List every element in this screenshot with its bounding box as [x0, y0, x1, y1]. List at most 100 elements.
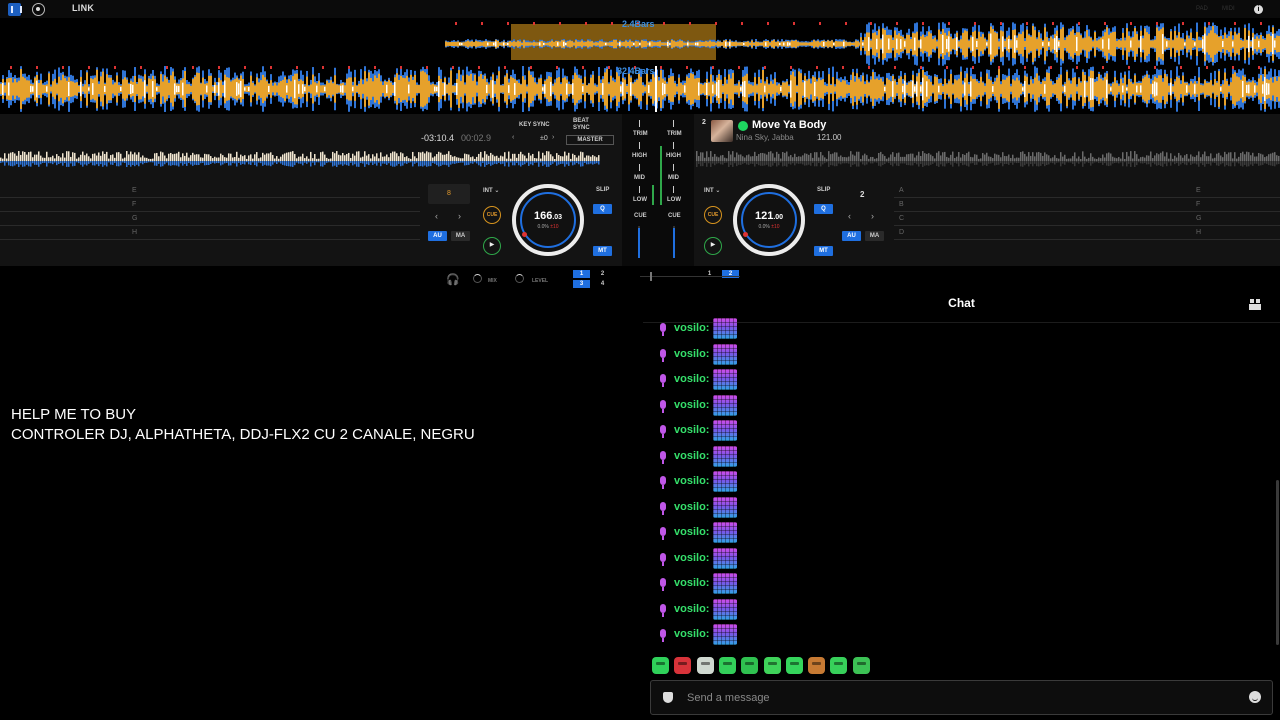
chat-username[interactable]: vosilo:: [674, 348, 709, 360]
deck1-track-overview[interactable]: [0, 149, 620, 174]
deck2-mt-button[interactable]: MT: [814, 246, 833, 256]
deck2-au-button[interactable]: AU: [842, 231, 861, 241]
emote-button[interactable]: [808, 657, 826, 674]
stream-overlay-text: HELP ME TO BUY CONTROLER DJ, ALPHATHETA,…: [11, 405, 475, 445]
chat-username[interactable]: vosilo:: [674, 322, 709, 334]
deck1-beat-jump[interactable]: 8: [428, 184, 470, 204]
emote-button[interactable]: [852, 657, 870, 674]
deck2-int-select[interactable]: INT ⌄: [704, 187, 720, 194]
deck2-slip-button[interactable]: SLIP: [817, 187, 830, 193]
badge-icon[interactable]: [663, 692, 673, 703]
ch2-low-knob[interactable]: [670, 186, 677, 193]
deck1-slip-button[interactable]: SLIP: [596, 187, 609, 193]
key-up-icon[interactable]: ›: [552, 134, 554, 141]
deck1-bpm-display: 166.03: [533, 210, 563, 222]
ch1-trim-knob[interactable]: [636, 120, 643, 127]
crossfader-handle[interactable]: [650, 272, 652, 281]
emoji-picker-icon[interactable]: [1249, 691, 1261, 703]
deck1-cue-button[interactable]: CUE: [483, 206, 501, 224]
chat-emote: [713, 547, 737, 569]
headphone-level-knob[interactable]: [515, 274, 524, 283]
chat-message-input[interactable]: [687, 689, 1227, 707]
chat-username[interactable]: vosilo:: [674, 424, 709, 436]
deck-select-1[interactable]: 1: [573, 270, 590, 278]
midi-mode-label[interactable]: MIDI: [1222, 6, 1235, 12]
key-value: ±0: [540, 135, 548, 142]
deck2-beat-jump[interactable]: 2: [860, 190, 864, 199]
deck1-int-select[interactable]: INT ⌄: [483, 187, 499, 194]
microphone-badge-icon: [659, 476, 667, 490]
deck1-ma-button[interactable]: MA: [451, 231, 470, 241]
deck1-play-button[interactable]: ▶: [483, 237, 501, 255]
deck2-track-overview[interactable]: [696, 149, 1280, 174]
mix-label: MIX: [488, 278, 497, 284]
deck-select-2[interactable]: 2: [594, 270, 611, 278]
deck1-prev-icon[interactable]: ‹: [435, 211, 438, 221]
emote-button[interactable]: [652, 657, 669, 674]
deck2-prev-icon[interactable]: ‹: [848, 211, 851, 221]
chat-username[interactable]: vosilo:: [674, 603, 709, 615]
ch1-high-knob[interactable]: [636, 142, 643, 149]
headphone-mix-knob[interactable]: [473, 274, 482, 283]
key-sync-button[interactable]: KEY SYNC: [519, 122, 550, 128]
chat-username[interactable]: vosilo:: [674, 475, 709, 487]
emote-button[interactable]: [674, 657, 692, 674]
ch2-cue-button[interactable]: CUE: [668, 213, 681, 219]
emote-button[interactable]: [696, 657, 714, 674]
ch2-trim-knob[interactable]: [670, 120, 677, 127]
deck2-play-button[interactable]: ▶: [704, 237, 722, 255]
emote-button[interactable]: [830, 657, 848, 674]
record-icon[interactable]: [32, 3, 45, 16]
emote-button[interactable]: [785, 657, 803, 674]
pad-mode-label[interactable]: PAD: [1196, 6, 1208, 12]
deck1-mt-button[interactable]: MT: [593, 246, 612, 256]
chat-username[interactable]: vosilo:: [674, 552, 709, 564]
chat-username[interactable]: vosilo:: [674, 526, 709, 538]
loop-length-label: 2.4Bars: [622, 19, 655, 29]
deck-select-4[interactable]: 4: [594, 280, 611, 288]
deck-select-3[interactable]: 3: [573, 280, 590, 288]
chat-username[interactable]: vosilo:: [674, 399, 709, 411]
ch1-mid-knob[interactable]: [636, 164, 643, 171]
deck2-bpm-display: 121.00: [754, 210, 784, 222]
ch1-high-label: HIGH: [632, 153, 647, 159]
master-button[interactable]: MASTER: [566, 135, 614, 145]
chat-emote: [713, 343, 737, 365]
emote-button[interactable]: [718, 657, 736, 674]
deck2-cue-button[interactable]: CUE: [704, 206, 722, 224]
chat-username[interactable]: vosilo:: [674, 577, 709, 589]
deck1-next-icon[interactable]: ›: [458, 211, 461, 221]
emote-button[interactable]: [741, 657, 759, 674]
chat-username[interactable]: vosilo:: [674, 501, 709, 513]
mixer-bottom-strip: [0, 266, 1280, 290]
headphones-icon[interactable]: 🎧: [446, 274, 460, 286]
ch2-high-knob[interactable]: [670, 142, 677, 149]
link-button[interactable]: LINK: [72, 3, 94, 13]
deck2-quantize-button[interactable]: Q: [814, 204, 833, 214]
info-icon[interactable]: i: [1254, 5, 1263, 14]
beat-sync-button[interactable]: BEAT SYNC: [573, 118, 597, 132]
deck1-jog-wheel[interactable]: 166.03 0.0% ±10: [512, 184, 584, 256]
key-down-icon[interactable]: ‹: [512, 134, 514, 141]
chat-scrollbar[interactable]: [1276, 480, 1279, 645]
chat-username[interactable]: vosilo:: [674, 628, 709, 640]
community-icon[interactable]: [1249, 298, 1261, 310]
ch1-mid-label: MID: [634, 175, 645, 181]
crossfader-track[interactable]: [640, 276, 740, 277]
bars-count-label: 82.4Bars: [617, 66, 655, 76]
mixer-icon[interactable]: [8, 3, 22, 16]
ch2-high-label: HIGH: [666, 153, 681, 159]
deck2-jog-wheel[interactable]: 121.00 0.0% ±10: [733, 184, 805, 256]
ch2-mid-knob[interactable]: [670, 164, 677, 171]
waveform-overview[interactable]: 2.4Bars 82.4Bars: [0, 18, 1280, 114]
deck1-au-button[interactable]: AU: [428, 231, 447, 241]
chat-username[interactable]: vosilo:: [674, 450, 709, 462]
ch1-cue-button[interactable]: CUE: [634, 213, 647, 219]
deck1-quantize-button[interactable]: Q: [593, 204, 612, 214]
ch1-low-knob[interactable]: [636, 186, 643, 193]
chat-username[interactable]: vosilo:: [674, 373, 709, 385]
deck2-ma-button[interactable]: MA: [865, 231, 884, 241]
deck2-next-icon[interactable]: ›: [871, 211, 874, 221]
ch2-trim-label: TRIM: [667, 131, 682, 137]
emote-button[interactable]: [763, 657, 781, 674]
